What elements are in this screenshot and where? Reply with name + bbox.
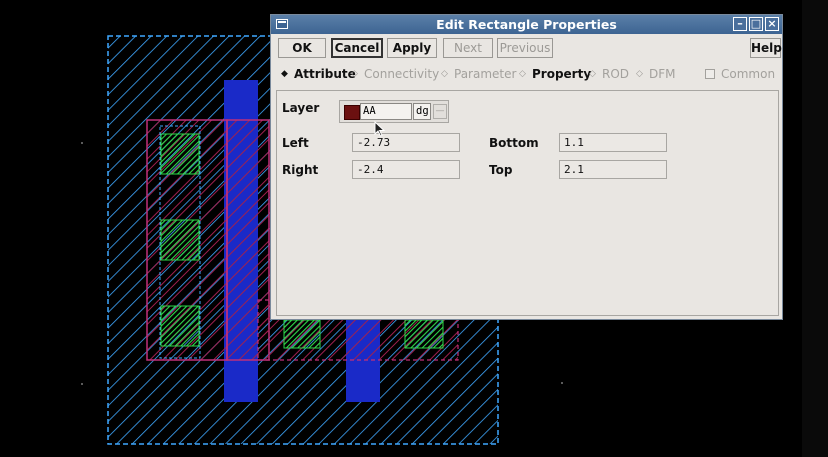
tab-attribute-label: Attribute [294, 67, 356, 81]
minimize-icon[interactable]: – [733, 17, 747, 31]
right-label: Right [282, 163, 319, 177]
radio-unselected-icon: ◇ [441, 69, 448, 79]
radio-unselected-icon: ◇ [351, 69, 358, 79]
tab-connectivity-label: Connectivity [364, 67, 440, 81]
left-label: Left [282, 136, 309, 150]
window-menu-icon[interactable] [276, 19, 288, 29]
left-input[interactable]: -2.73 [352, 133, 460, 152]
tab-attribute[interactable]: ◆ Attribute [279, 67, 356, 81]
top-input[interactable]: 2.1 [559, 160, 667, 179]
tab-parameter[interactable]: ◇ Parameter [439, 67, 516, 81]
radio-unselected-icon: ◇ [519, 69, 526, 79]
previous-button[interactable]: Previous [497, 38, 553, 58]
tab-property[interactable]: ◇ Property [517, 67, 591, 81]
tab-connectivity[interactable]: ◇ Connectivity [349, 67, 439, 81]
common-checkbox[interactable]: Common [705, 67, 775, 81]
top-label: Top [489, 163, 513, 177]
edit-rectangle-properties-dialog: Edit Rectangle Properties – □ × OK Cance… [270, 14, 783, 320]
bottom-label: Bottom [489, 136, 539, 150]
tab-parameter-label: Parameter [454, 67, 517, 81]
ok-button[interactable]: OK [278, 38, 326, 58]
right-input[interactable]: -2.4 [352, 160, 460, 179]
checkbox-icon [705, 69, 715, 79]
cancel-button[interactable]: Cancel [331, 38, 383, 58]
tab-rod[interactable]: ◇ ROD [587, 67, 629, 81]
screen-edge [802, 0, 828, 457]
apply-button[interactable]: Apply [387, 38, 437, 58]
layer-color-swatch [344, 105, 360, 120]
layer-label: Layer [282, 101, 320, 115]
radio-unselected-icon: ◇ [636, 69, 643, 79]
radio-selected-icon: ◆ [281, 69, 288, 79]
close-icon[interactable]: × [765, 17, 779, 31]
bottom-input[interactable]: 1.1 [559, 133, 667, 152]
layer-selector[interactable]: AA dg — [339, 100, 449, 123]
next-button[interactable]: Next [443, 38, 493, 58]
button-bar: OK Cancel Apply Next Previous Help [271, 34, 782, 60]
help-button[interactable]: Help [750, 38, 782, 58]
dialog-titlebar[interactable]: Edit Rectangle Properties – □ × [271, 15, 782, 34]
layer-dropdown-icon[interactable]: — [433, 104, 447, 119]
radio-unselected-icon: ◇ [589, 69, 596, 79]
window-controls: – □ × [733, 17, 779, 31]
mouse-pointer-icon [374, 121, 386, 137]
tab-dfm[interactable]: ◇ DFM [634, 67, 676, 81]
dialog-title: Edit Rectangle Properties [436, 17, 617, 32]
common-label: Common [721, 67, 776, 81]
attribute-panel: Layer AA dg — Left -2.73 Right -2.4 Bott… [276, 90, 779, 316]
tab-rod-label: ROD [602, 67, 630, 81]
layer-name-field[interactable]: AA [360, 103, 412, 120]
maximize-icon[interactable]: □ [749, 17, 763, 31]
tab-property-label: Property [532, 67, 592, 81]
tab-dfm-label: DFM [649, 67, 676, 81]
property-tabs: ◆ Attribute ◇ Connectivity ◇ Parameter ◇ Pro… [271, 63, 782, 85]
layer-purpose-field[interactable]: dg [413, 103, 431, 120]
